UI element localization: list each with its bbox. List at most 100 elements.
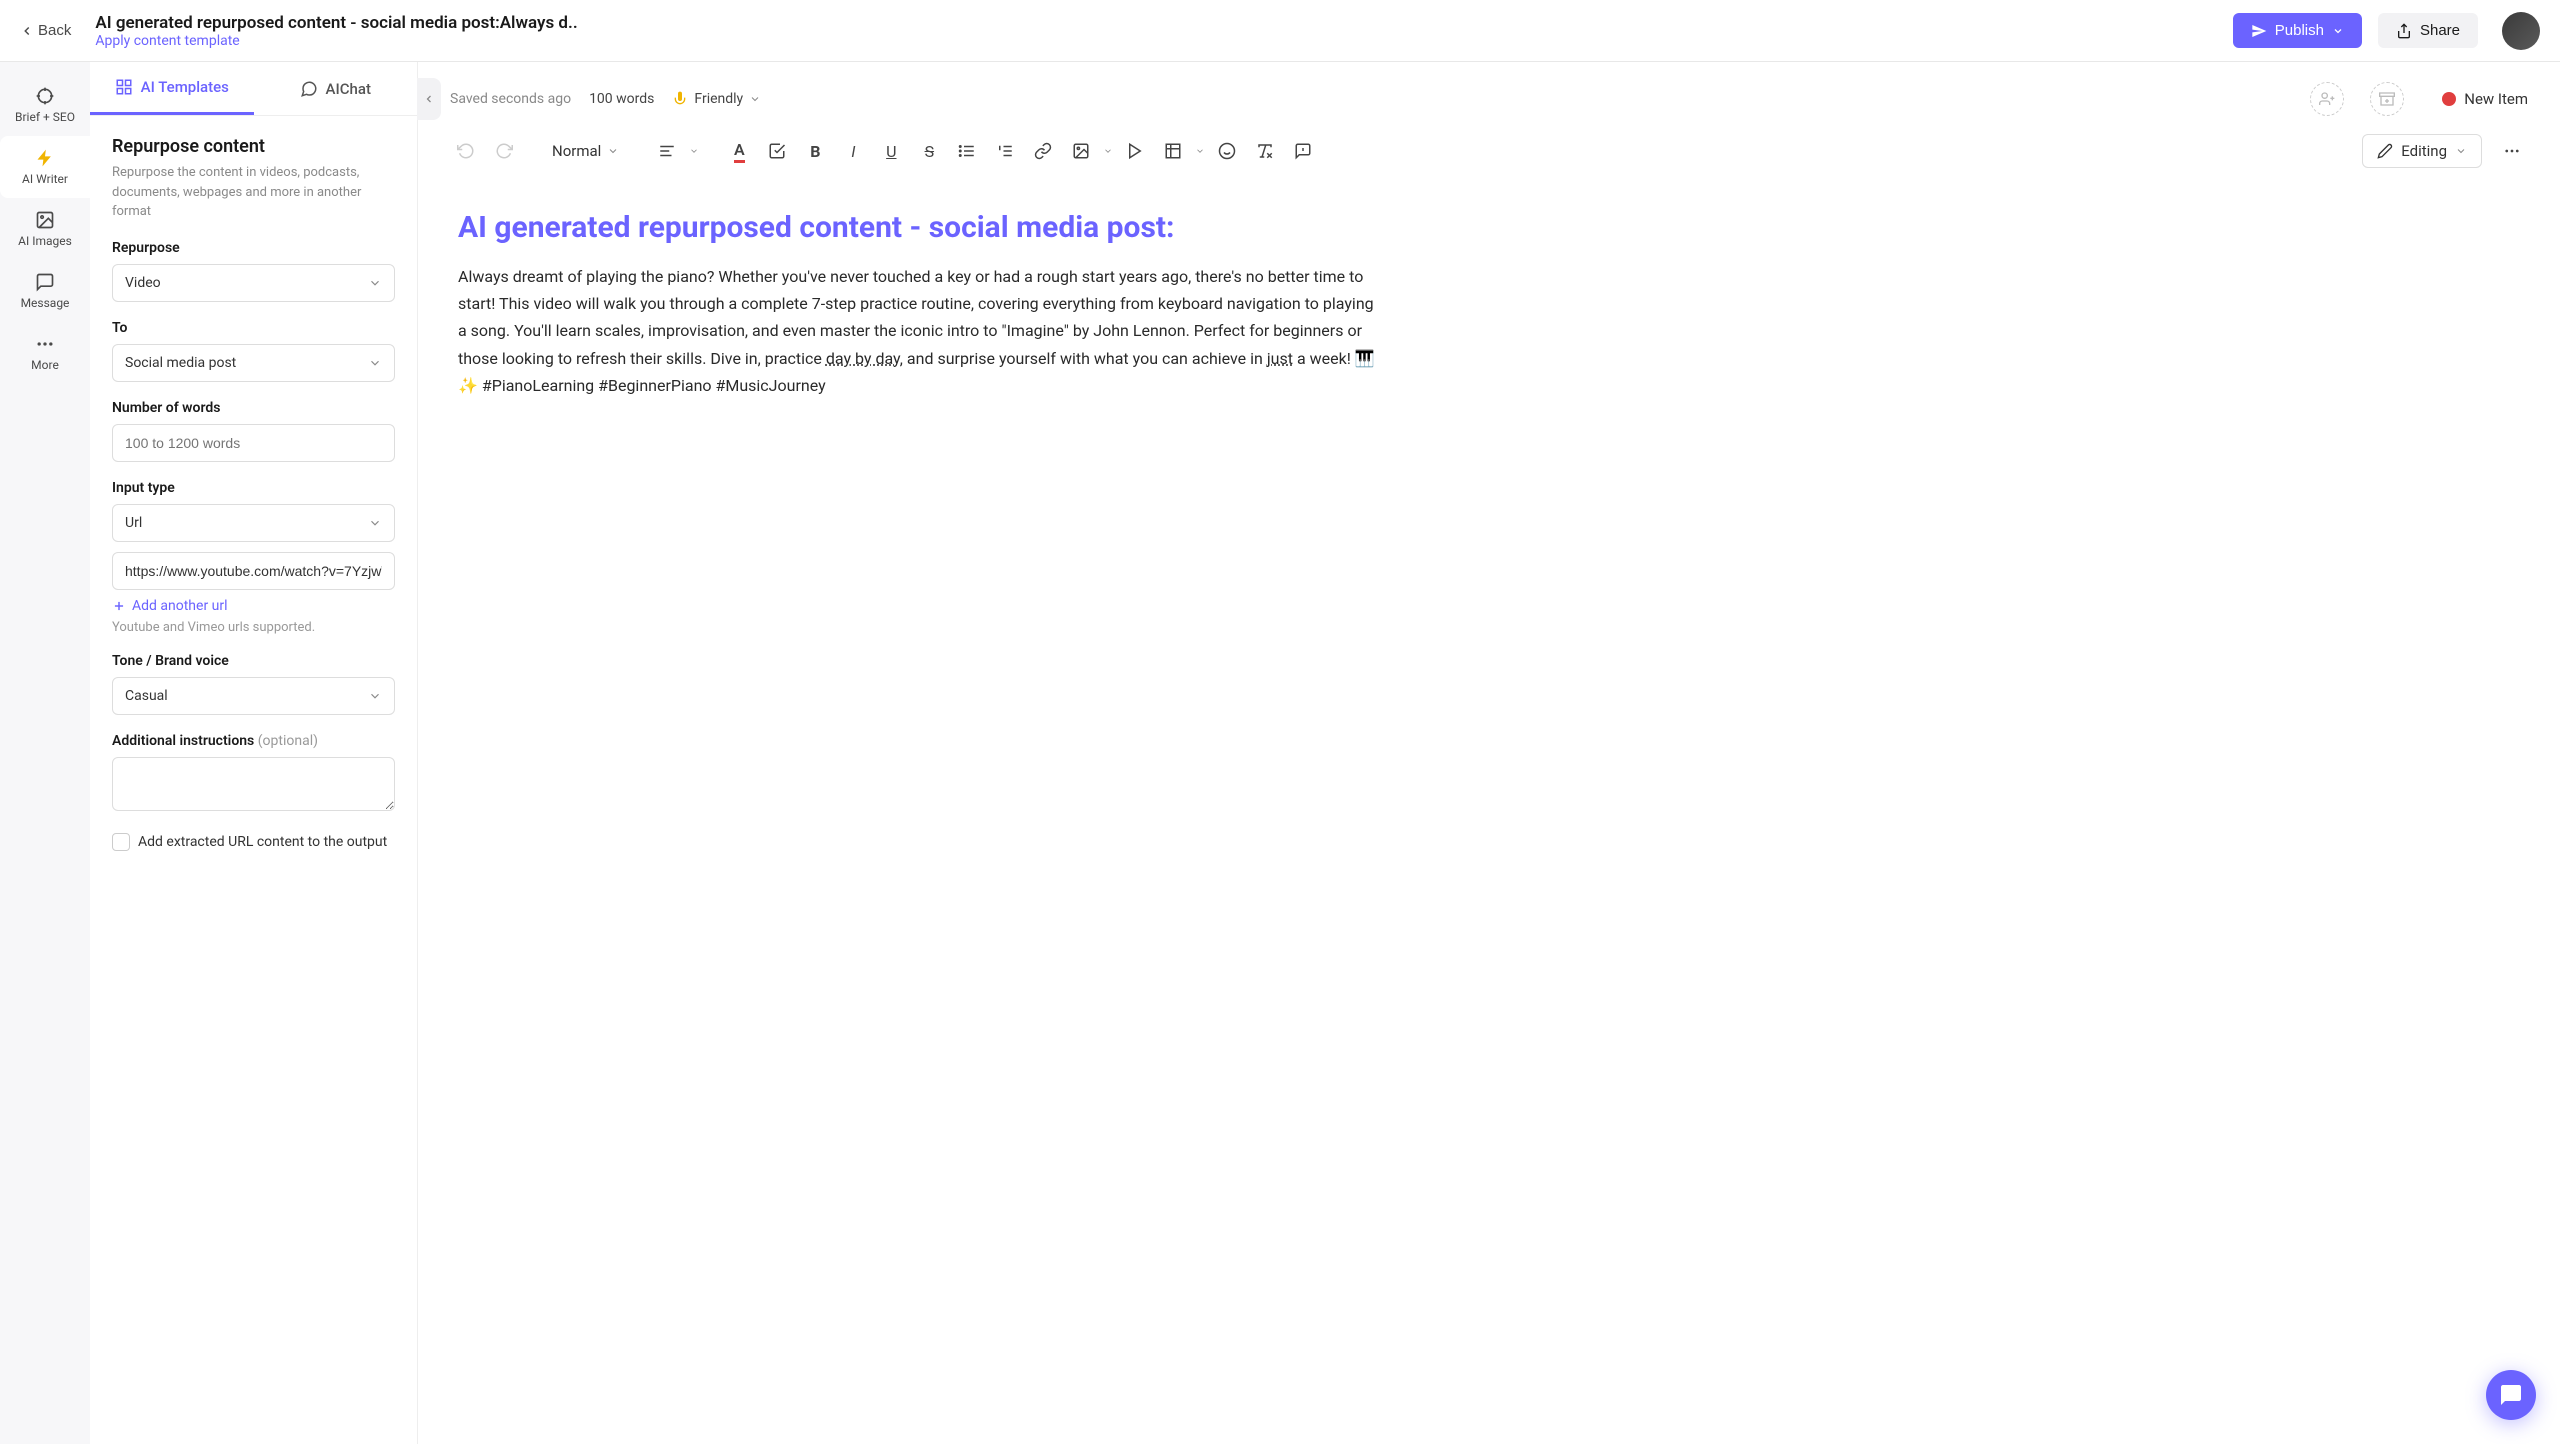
rail-message-label: Message xyxy=(21,296,70,310)
rail-writer-label: AI Writer xyxy=(22,172,68,186)
url-input[interactable] xyxy=(112,552,395,590)
emoji-button[interactable] xyxy=(1211,135,1243,167)
more-toolbar-button[interactable] xyxy=(2496,135,2528,167)
clear-format-button[interactable] xyxy=(1249,135,1281,167)
video-button[interactable] xyxy=(1119,135,1151,167)
rail-ai-images[interactable]: AI Images xyxy=(0,198,90,260)
plus-icon xyxy=(112,599,126,613)
chevron-down-icon xyxy=(368,356,382,370)
table-button[interactable] xyxy=(1157,135,1189,167)
rail-more-label: More xyxy=(31,358,59,372)
link-button[interactable] xyxy=(1027,135,1059,167)
send-icon xyxy=(2251,23,2267,39)
input-type-value: Url xyxy=(125,515,142,531)
repurpose-select[interactable]: Video xyxy=(112,264,395,302)
section-title: Repurpose content xyxy=(112,136,395,157)
tab-ai-templates[interactable]: AI Templates xyxy=(90,62,254,115)
strike-icon: S xyxy=(925,142,935,161)
checkbox-label: Add extracted URL content to the output xyxy=(138,834,387,850)
document-body[interactable]: AI generated repurposed content - social… xyxy=(418,188,1418,419)
style-value: Normal xyxy=(552,142,601,160)
back-button[interactable]: Back xyxy=(20,22,71,39)
to-select[interactable]: Social media post xyxy=(112,344,395,382)
chevron-left-icon xyxy=(20,24,34,38)
underline-button[interactable]: U xyxy=(875,135,907,167)
rail-images-label: AI Images xyxy=(18,234,72,248)
align-button[interactable] xyxy=(651,135,683,167)
share-label: Share xyxy=(2420,22,2460,39)
redo-button[interactable] xyxy=(488,135,520,167)
share-button[interactable]: Share xyxy=(2378,13,2478,48)
box-plus-icon xyxy=(2379,91,2395,107)
rail-ai-writer[interactable]: AI Writer xyxy=(0,136,90,198)
publish-button[interactable]: Publish xyxy=(2233,13,2362,48)
add-folder-button[interactable] xyxy=(2370,82,2404,116)
dots-icon xyxy=(35,334,55,354)
url-hint: Youtube and Vimeo urls supported. xyxy=(112,620,395,635)
underlined-text: just xyxy=(1267,349,1293,368)
rail-more[interactable]: More xyxy=(0,322,90,384)
underlined-text: day by day xyxy=(826,349,900,368)
tone-select[interactable]: Casual xyxy=(112,677,395,715)
highlight-button[interactable] xyxy=(761,135,793,167)
new-item-label: New Item xyxy=(2464,90,2528,108)
text-color-button[interactable]: A xyxy=(723,135,755,167)
strike-button[interactable]: S xyxy=(913,135,945,167)
number-list-button[interactable] xyxy=(989,135,1021,167)
input-type-select[interactable]: Url xyxy=(112,504,395,542)
tab-ai-chat[interactable]: AIChat xyxy=(254,62,418,115)
highlight-icon xyxy=(768,142,786,160)
list-ul-icon xyxy=(958,142,976,160)
new-item-status[interactable]: New Item xyxy=(2442,90,2528,108)
publish-label: Publish xyxy=(2275,22,2324,39)
additional-textarea[interactable] xyxy=(112,757,395,811)
left-rail: Brief + SEO AI Writer AI Images Message … xyxy=(0,62,90,1444)
link-icon xyxy=(1034,142,1052,160)
list-ol-icon xyxy=(996,142,1014,160)
chat-fab[interactable] xyxy=(2486,1370,2536,1420)
words-input[interactable] xyxy=(112,424,395,462)
underline-icon: U xyxy=(886,142,896,161)
editor-area: Saved seconds ago 100 words Friendly New… xyxy=(418,62,2560,1444)
dots-icon xyxy=(2503,142,2521,160)
chevron-down-icon xyxy=(368,276,382,290)
undo-icon xyxy=(457,142,475,160)
rail-message[interactable]: Message xyxy=(0,260,90,322)
paragraph-style-select[interactable]: Normal xyxy=(544,138,627,164)
add-url-link[interactable]: Add another url xyxy=(112,598,395,614)
emoji-icon xyxy=(1218,142,1236,160)
align-left-icon xyxy=(658,142,676,160)
repurpose-label: Repurpose xyxy=(112,240,395,256)
tone-chip[interactable]: Friendly xyxy=(672,91,761,107)
bold-button[interactable]: B xyxy=(799,135,831,167)
rail-brief-seo[interactable]: Brief + SEO xyxy=(0,74,90,136)
status-dot-icon xyxy=(2442,92,2456,106)
rail-brief-label: Brief + SEO xyxy=(15,110,75,124)
apply-template-link[interactable]: Apply content template xyxy=(95,33,2232,49)
italic-button[interactable]: I xyxy=(837,135,869,167)
avatar[interactable] xyxy=(2502,12,2540,50)
editing-mode-select[interactable]: Editing xyxy=(2362,134,2482,168)
chevron-down-icon[interactable] xyxy=(1195,146,1205,156)
message-icon xyxy=(35,272,55,292)
additional-label: Additional instructions (optional) xyxy=(112,733,395,749)
bullet-list-button[interactable] xyxy=(951,135,983,167)
text-color-icon: A xyxy=(734,140,745,163)
chevron-left-icon xyxy=(423,93,435,105)
templates-icon xyxy=(115,78,133,96)
checkbox[interactable] xyxy=(112,833,130,851)
chevron-down-icon xyxy=(368,689,382,703)
collapse-sidebar-button[interactable] xyxy=(417,78,441,120)
comment-button[interactable] xyxy=(1287,135,1319,167)
chevron-down-icon xyxy=(607,145,619,157)
image-button[interactable] xyxy=(1065,135,1097,167)
undo-button[interactable] xyxy=(450,135,482,167)
redo-icon xyxy=(495,142,513,160)
chevron-down-icon xyxy=(2455,145,2467,157)
words-label: Number of words xyxy=(112,400,395,416)
chevron-down-icon[interactable] xyxy=(689,146,699,156)
add-collaborator-button[interactable] xyxy=(2310,82,2344,116)
extract-url-checkbox-row[interactable]: Add extracted URL content to the output xyxy=(112,833,395,851)
bold-icon: B xyxy=(810,142,820,161)
chevron-down-icon[interactable] xyxy=(1103,146,1113,156)
